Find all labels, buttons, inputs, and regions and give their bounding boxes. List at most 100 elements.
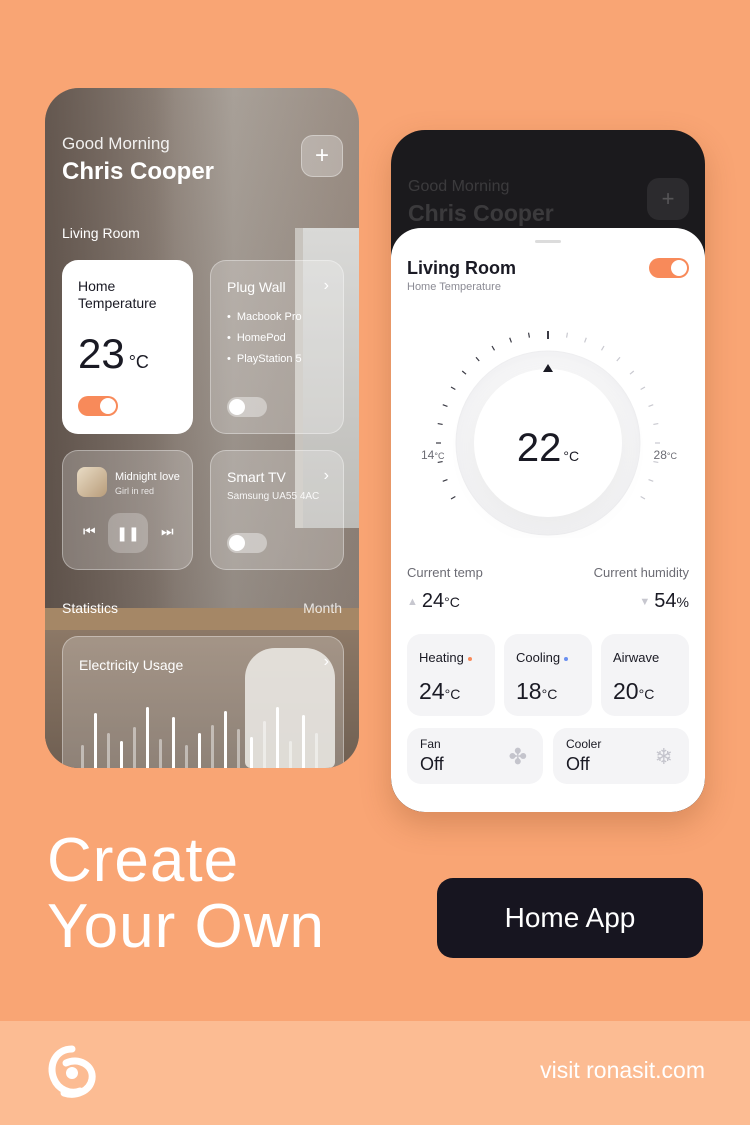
mode-label: Cooling [516,650,569,665]
website-link[interactable]: visit ronasit.com [540,1057,705,1084]
statistics-label: Statistics [62,600,119,616]
dial-tick [437,422,443,426]
dial-tick [442,479,448,482]
dial-tick [640,495,646,500]
usage-bar [159,739,162,768]
greeting-text: Good Morning [62,134,170,153]
album-art [77,467,107,497]
mode-value: 18°C [516,678,558,704]
room-title: Living Room [407,258,516,278]
headline-line-2: Your Own [47,892,325,961]
heating-mode-card[interactable]: Heating 24°C [407,634,495,716]
home-temperature-card[interactable]: Home Temperature 23 °C [62,260,193,434]
dial-tick [527,332,531,338]
dial-tick [491,345,496,351]
footer-bar: visit ronasit.com [0,1021,750,1125]
right-phone-screen: Good Morning Chris Cooper + Living Room … [391,130,705,812]
mode-label: Heating [419,650,472,665]
device-label: Fan [420,737,441,751]
dial-tick [565,332,569,338]
device-list: Macbook Pro HomePod PlayStation 5 [227,311,302,374]
fan-icon: ✤ [508,744,527,769]
usage-bar [81,745,84,768]
usage-bar [237,729,240,768]
dial-tick [648,404,654,407]
add-button[interactable]: + [301,135,343,177]
current-humidity-label: Current humidity [593,565,689,580]
card-title: Plug Wall [227,279,286,295]
dial-tick [629,370,635,375]
headline: Create Your Own [47,828,325,960]
add-button: + [647,178,689,220]
sheet-drag-handle[interactable] [535,240,561,243]
next-track-icon[interactable]: ⏭ [161,523,174,540]
temperature-value: 23 °C [78,330,149,377]
mode-value: 20°C [613,678,655,704]
card-title: Home Temperature [78,278,157,311]
current-temp-label: Current temp [407,565,483,580]
usage-bar [276,707,279,768]
device-label: Cooler [566,737,602,751]
smart-tv-card[interactable]: Smart TV › Samsung UA55 4AC [210,450,344,570]
brand-logo-icon [48,1045,96,1098]
smart-tv-toggle[interactable] [227,533,267,553]
usage-bars [79,705,329,768]
mode-label: Airwave [613,650,660,665]
usage-bar [172,717,175,768]
cooling-indicator-dot [564,656,569,661]
previous-track-icon[interactable]: ⏮ [83,523,96,540]
room-subtitle: Home Temperature [407,281,501,293]
dial-tick [475,356,480,362]
pause-icon[interactable]: ❚❚ [108,513,148,553]
room-power-toggle[interactable] [649,258,689,278]
plug-wall-card[interactable]: Plug Wall › Macbook Pro HomePod PlayStat… [210,260,344,434]
background-greeting: Good Morning Chris Cooper [408,178,554,227]
cooling-mode-card[interactable]: Cooling 18°C [504,634,592,716]
dial-tick [442,404,448,407]
song-title: Midnight love [115,471,180,483]
dial-tick [616,356,621,362]
usage-bar [133,727,136,768]
dial-tick [450,495,456,500]
usage-bar [211,725,214,768]
mode-value: 24°C [419,678,461,704]
usage-bar [185,745,188,768]
dial-tick [450,386,456,391]
dial-tick [648,479,654,482]
usage-bar [263,721,266,768]
temperature-dial[interactable]: 22 °C 14°C 28°C [391,308,705,538]
dial-tick [461,370,467,375]
usage-bar [94,713,97,768]
dial-tick [509,337,512,343]
electricity-usage-card[interactable]: Electricity Usage › [62,636,344,768]
arrow-down-icon: ▼ [639,595,651,608]
card-title: Electricity Usage [79,657,184,673]
greeting-text: Good Morning [408,178,510,195]
list-item: HomePod [227,332,302,344]
chevron-right-icon[interactable]: › [324,277,329,295]
dial-max-label: 28°C [653,448,677,462]
plug-wall-toggle[interactable] [227,397,267,417]
usage-bar [107,733,110,768]
snowflake-icon: ❄ [654,744,673,769]
left-phone-screen: Good Morning Chris Cooper + Living Room … [45,88,359,768]
user-name: Chris Cooper [62,158,215,185]
room-label: Living Room [62,225,140,241]
arrow-up-icon: ▲ [407,595,418,608]
airwave-mode-card[interactable]: Airwave 20°C [601,634,689,716]
room-detail-sheet: Living Room Home Temperature 22 °C 14°C … [391,228,705,812]
home-app-button[interactable]: Home App [437,878,703,958]
usage-bar [315,733,318,768]
user-name: Chris Cooper [408,200,554,226]
dial-tick [600,345,605,351]
chevron-right-icon[interactable]: › [324,653,329,671]
device-state: Off [420,754,444,774]
fan-device-card[interactable]: Fan Off ✤ [407,728,543,784]
tv-model: Samsung UA55 4AC [227,491,320,502]
music-player-card: Midnight love Girl in red ⏮ ❚❚ ⏭ [62,450,193,570]
cooler-device-card[interactable]: Cooler Off ❄ [553,728,689,784]
period-selector[interactable]: Month [303,600,342,616]
chevron-right-icon[interactable]: › [324,467,329,485]
artist-name: Girl in red [115,486,155,496]
home-temperature-toggle[interactable] [78,396,118,416]
